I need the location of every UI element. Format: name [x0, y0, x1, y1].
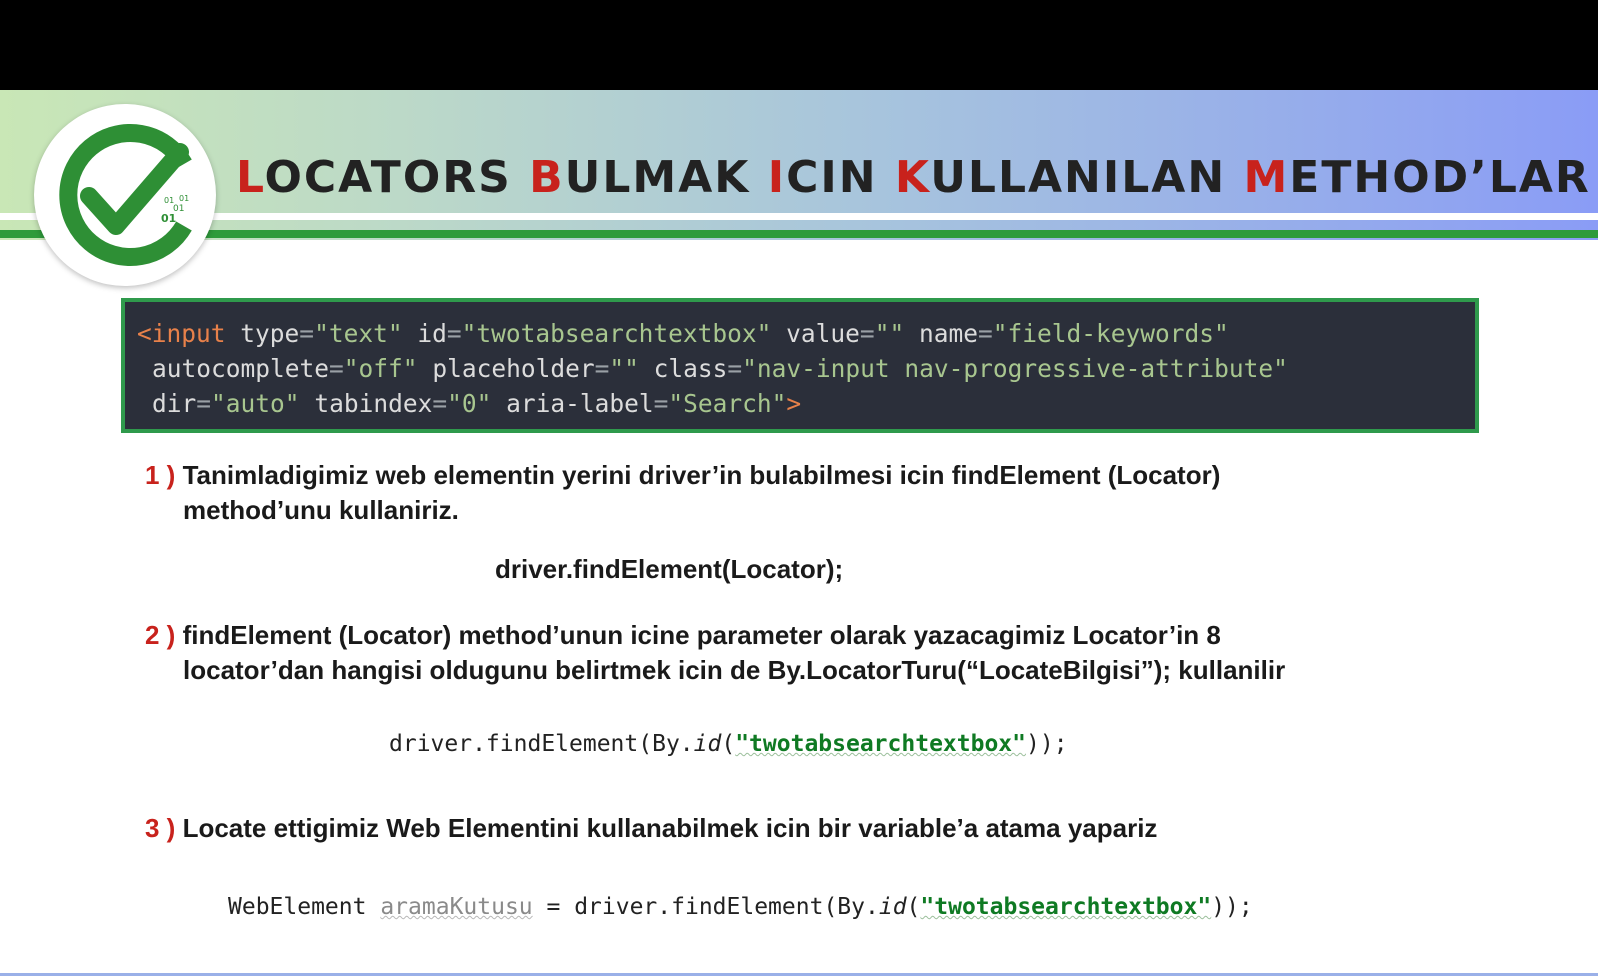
step-1-text: 1 ) Tanimladigimiz web elementin yerini … — [145, 460, 1221, 490]
code-line-1: <input type="text" id="twotabsearchtextb… — [137, 319, 1229, 348]
step-2-text: 2 ) findElement (Locator) method’unun ic… — [145, 620, 1221, 650]
banner-divider-white — [0, 213, 1598, 220]
top-black-bar — [0, 0, 1598, 90]
step-2-code: driver.findElement(By.id("twotabsearchte… — [389, 731, 1068, 757]
html-code-snippet: <input type="text" id="twotabsearchtextb… — [121, 298, 1479, 433]
svg-text:01: 01 — [161, 212, 176, 225]
step-3-number: 3 ) — [145, 813, 176, 843]
step-2-number: 2 ) — [145, 620, 176, 650]
banner-divider-green — [0, 230, 1598, 238]
code-line-2: autocomplete="off" placeholder="" class=… — [152, 354, 1288, 383]
step-3-text: 3 ) Locate ettigimiz Web Elementini kull… — [145, 813, 1158, 843]
step-3-code: WebElement aramaKutusu = driver.findElem… — [228, 894, 1253, 920]
step-2-text-cont: locator’dan hangisi oldugunu belirtmek i… — [183, 655, 1286, 685]
svg-text:01: 01 — [179, 194, 189, 203]
logo: 01 01 01 01 — [34, 104, 216, 286]
step-1-code: driver.findElement(Locator); — [495, 554, 844, 584]
step-1-number: 1 ) — [145, 460, 176, 490]
checkmark-circle-icon: 01 01 01 01 — [59, 124, 192, 266]
step-1-text-cont: method’unu kullaniriz. — [183, 495, 459, 525]
code-line-3: dir="auto" tabindex="0" aria-label="Sear… — [152, 389, 802, 418]
page-title: LOCATORS BULMAK ICIN KULLANILAN METHOD’L… — [236, 152, 1591, 203]
